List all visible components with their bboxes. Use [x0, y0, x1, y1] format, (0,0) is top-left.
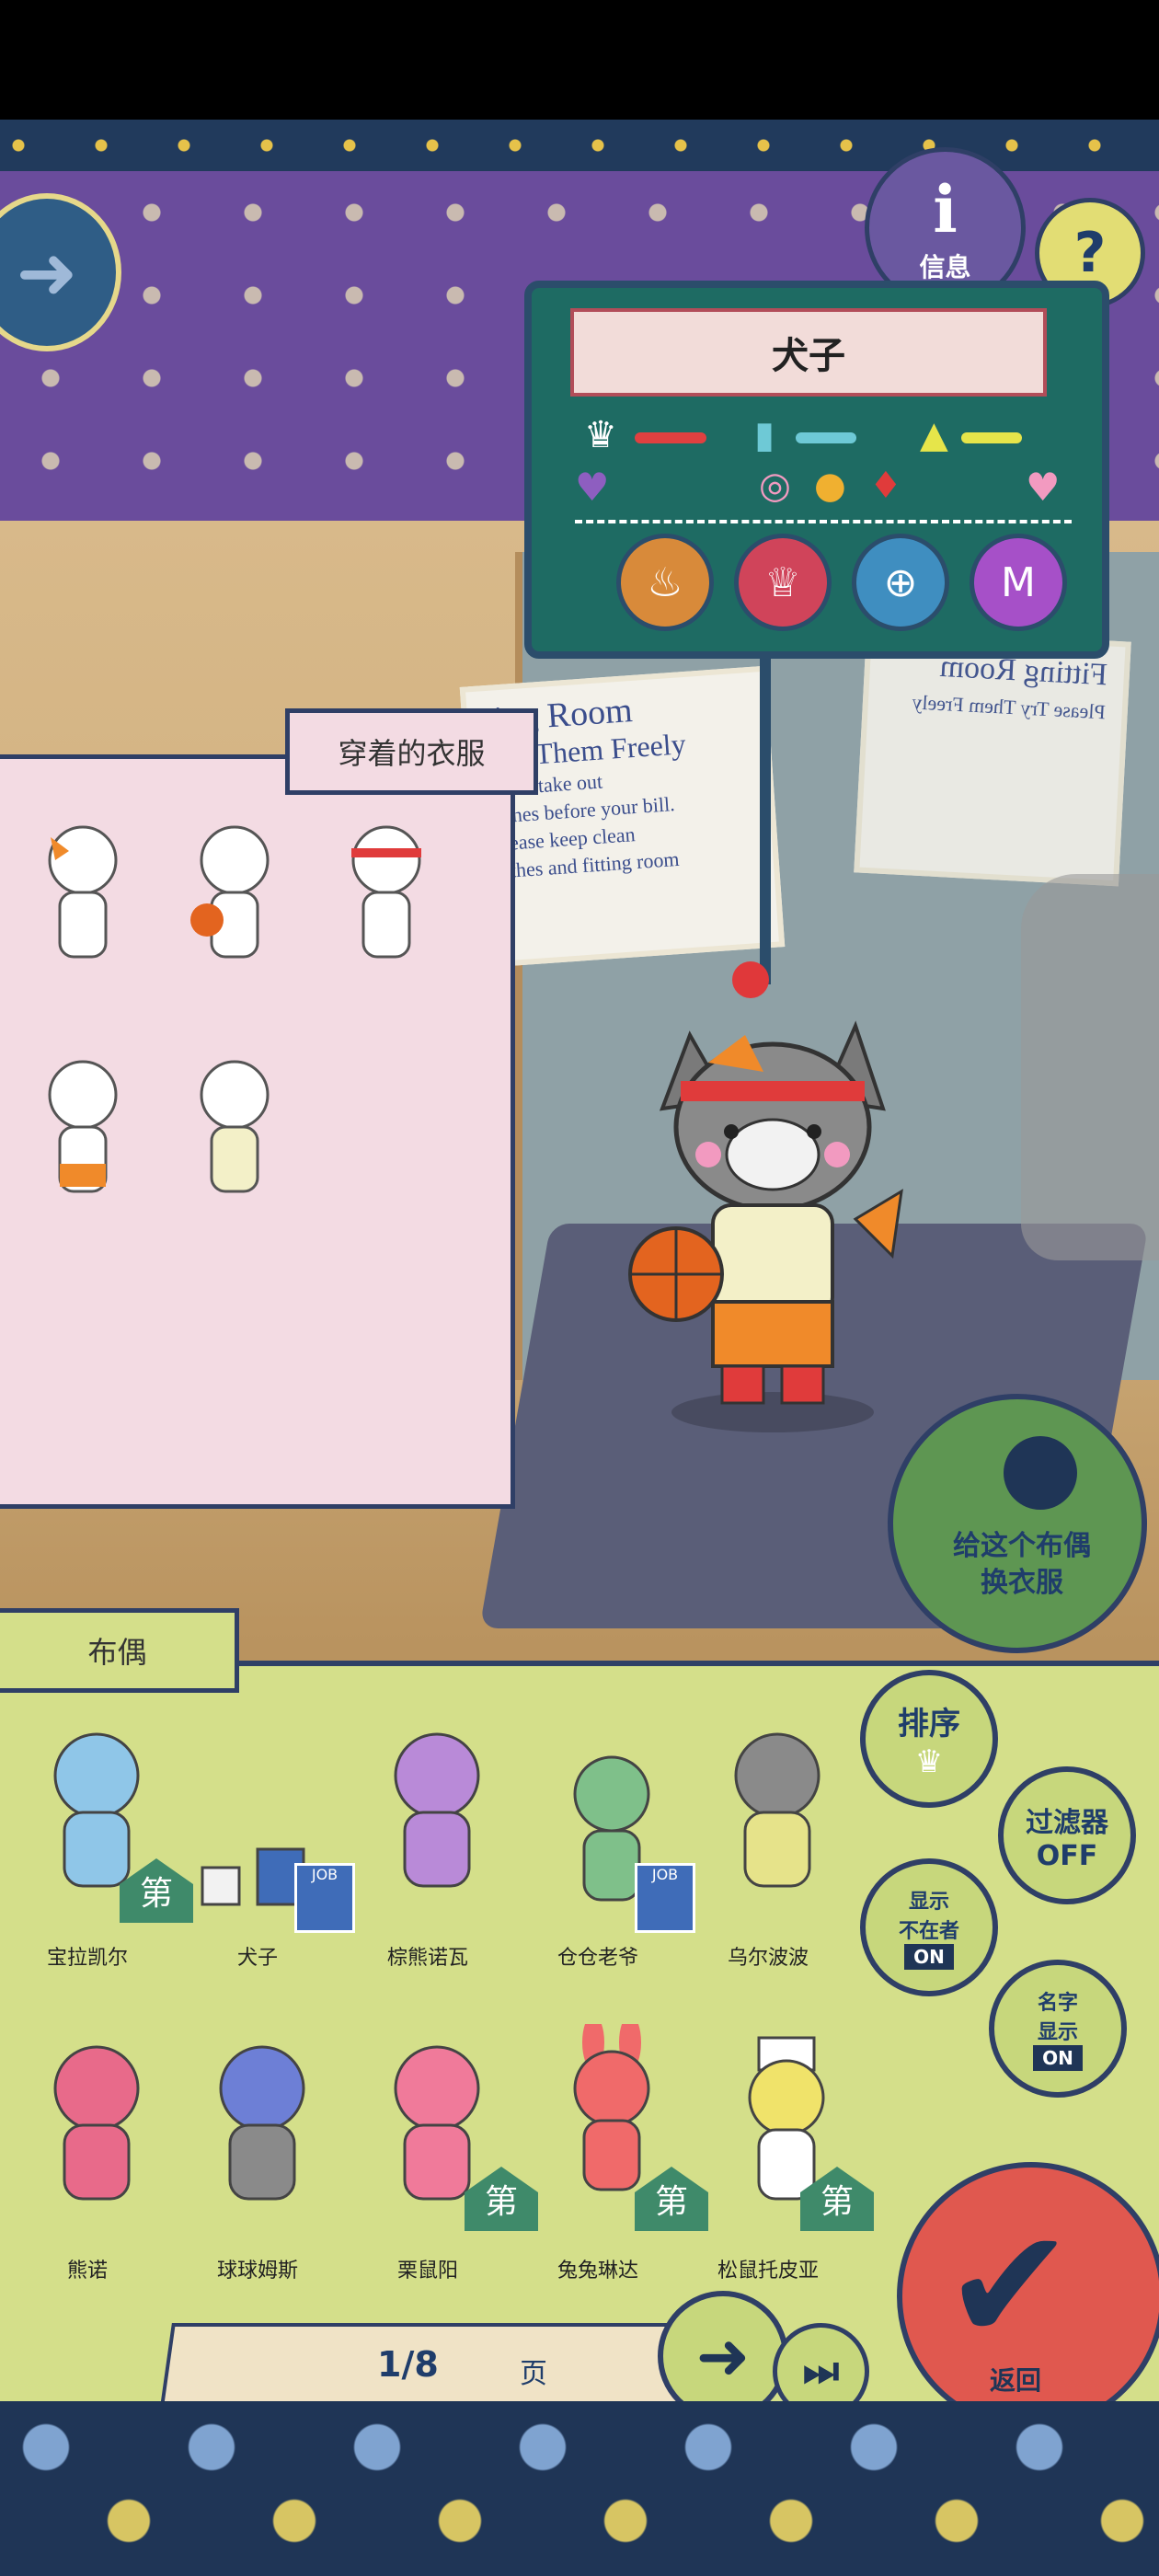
heart-icon: ♥: [1026, 465, 1061, 510]
worn-clothes-title: 穿着的衣服: [338, 736, 486, 771]
checkmark-icon: ✔: [944, 2195, 1075, 2377]
toggle-switch: ON: [904, 1944, 954, 1970]
broken-heart-icon: ♥: [575, 465, 610, 510]
dress-button-line2: 换衣服: [981, 1567, 1063, 1599]
doll-card[interactable]: [708, 1720, 846, 1904]
badge-text: 第: [820, 2183, 854, 2221]
job-text: JOB: [311, 1866, 339, 1883]
doll-name: 宝拉凯尔: [46, 1947, 128, 1970]
doll-card[interactable]: [193, 2033, 331, 2217]
show-absent-button[interactable]: 显示 不在者 ON: [860, 1858, 998, 1996]
dress-button-line1: 给这个布偶: [953, 1530, 1091, 1562]
soap-icon: ▮: [754, 414, 775, 456]
doll-card[interactable]: [28, 2033, 166, 2217]
string-bead: [732, 961, 769, 998]
hanging-string: [760, 644, 771, 984]
show-absent-label-2: 不在者: [898, 1920, 959, 1943]
clean-bar: [796, 432, 856, 443]
dolls-grid: 宝拉凯尔 犬子 棕熊诺瓦 仓仓老爷 乌尔波波 熊诺 球球姆斯 栗鼠阳 兔兔琳达 …: [0, 1720, 865, 2309]
money-icon[interactable]: M: [970, 534, 1067, 631]
chef-hat-icon: ♛: [584, 414, 617, 456]
chef-glyph: ♕: [764, 558, 801, 606]
doll-name: 仓仓老爷: [557, 1947, 638, 1970]
badge-text: 第: [654, 2183, 688, 2221]
pepper-icon: ♦: [869, 465, 902, 507]
clothes-item-basketball[interactable]: [179, 819, 290, 975]
fast-forward-icon: ⏭: [802, 2348, 840, 2395]
doll-name: 棕熊诺瓦: [386, 1947, 468, 1970]
arrow-right-icon: ➜: [16, 229, 78, 316]
energy-bar: [961, 432, 1022, 443]
plate-glyph: ⊕: [883, 558, 918, 606]
doll-name: 乌尔波波: [727, 1947, 809, 1970]
filter-button[interactable]: 过滤器 OFF: [998, 1766, 1136, 1904]
toggle-switch: ON: [1033, 2045, 1083, 2071]
dolls-title: 布偶: [87, 1635, 147, 1670]
job-card-icon: JOB: [635, 1863, 695, 1933]
clothes-item-hair[interactable]: [28, 819, 138, 975]
character-name: 犬子: [772, 335, 845, 377]
sort-button[interactable]: 排序 ♛: [860, 1670, 998, 1808]
main-doll[interactable]: [625, 1007, 920, 1440]
mood-row: ♥ ◎ ● ♦ ♥: [575, 465, 1072, 523]
sort-label: 排序: [898, 1705, 960, 1742]
help-icon: ?: [1073, 221, 1107, 285]
table-icon[interactable]: ♨: [616, 534, 714, 631]
info-icon: i: [933, 171, 958, 247]
worn-clothes-tab: 穿着的衣服: [285, 708, 538, 795]
doll-name: 松鼠托皮亚: [717, 2260, 819, 2283]
star-border-bottom: [0, 2401, 1159, 2576]
action-icons-row: ♨ ♕ ⊕ M: [616, 534, 1067, 635]
show-name-label: 名字: [1037, 1992, 1078, 2015]
page-unit: 页: [520, 2358, 547, 2390]
info-label: 信息: [919, 252, 971, 282]
doll-card[interactable]: [368, 1720, 506, 1904]
clothes-item-shirt[interactable]: [179, 1053, 290, 1210]
chef-hat-icon: ♛: [914, 1742, 944, 1780]
lollipop-icon: ◎: [759, 465, 791, 507]
page-number: 1/8: [377, 2344, 439, 2385]
doll-name: 栗鼠阳: [396, 2260, 458, 2283]
filter-label: 过滤器: [1026, 1806, 1108, 1839]
doll-name: 兔兔琳达: [557, 2260, 638, 2283]
job-card-icon: JOB: [294, 1863, 355, 1933]
confirm-return-button[interactable]: ✔ 返回: [897, 2162, 1159, 2431]
dress-doll-button[interactable]: 给这个布偶 换衣服: [888, 1394, 1147, 1653]
doll-name: 犬子: [236, 1947, 278, 1970]
show-absent-label: 显示: [908, 1891, 949, 1914]
filter-state: OFF: [1036, 1839, 1098, 1872]
table-glyph: ♨: [647, 558, 683, 606]
arrow-right-icon: ➜: [695, 2318, 751, 2394]
cat-icon: ●: [814, 465, 846, 507]
character-stats: ♛ ▮ ▲: [584, 414, 1099, 460]
bear-head-icon: [1004, 1436, 1077, 1510]
doll-name: 球球姆斯: [216, 2260, 298, 2283]
clothes-grid: [28, 819, 469, 1233]
confirm-label: 返回: [990, 2365, 1042, 2396]
doll-name: 熊诺: [66, 2260, 108, 2283]
status-bar-area: [0, 0, 1159, 120]
clothes-item-shorts[interactable]: [28, 1053, 138, 1210]
badge-text: 第: [139, 1875, 173, 1913]
mirror-reflection: [1021, 874, 1159, 1260]
character-name-banner: 犬子: [570, 308, 1047, 397]
hunger-bar: [635, 432, 706, 443]
shoe-icon: ▲: [920, 414, 948, 456]
badge-text: 第: [484, 2183, 518, 2221]
dolls-tab: 布偶: [0, 1608, 239, 1693]
plate-icon[interactable]: ⊕: [852, 534, 949, 631]
fitting-room-sign-mirror: Fitting Room Please Try Them Freely: [854, 627, 1131, 887]
show-name-button[interactable]: 名字 显示 ON: [989, 1960, 1127, 2098]
job-text: JOB: [651, 1866, 679, 1883]
chef-hat-icon[interactable]: ♕: [734, 534, 832, 631]
money-glyph: M: [1001, 558, 1036, 606]
show-name-label-2: 显示: [1037, 2021, 1078, 2044]
clothes-item-headband[interactable]: [331, 819, 442, 975]
